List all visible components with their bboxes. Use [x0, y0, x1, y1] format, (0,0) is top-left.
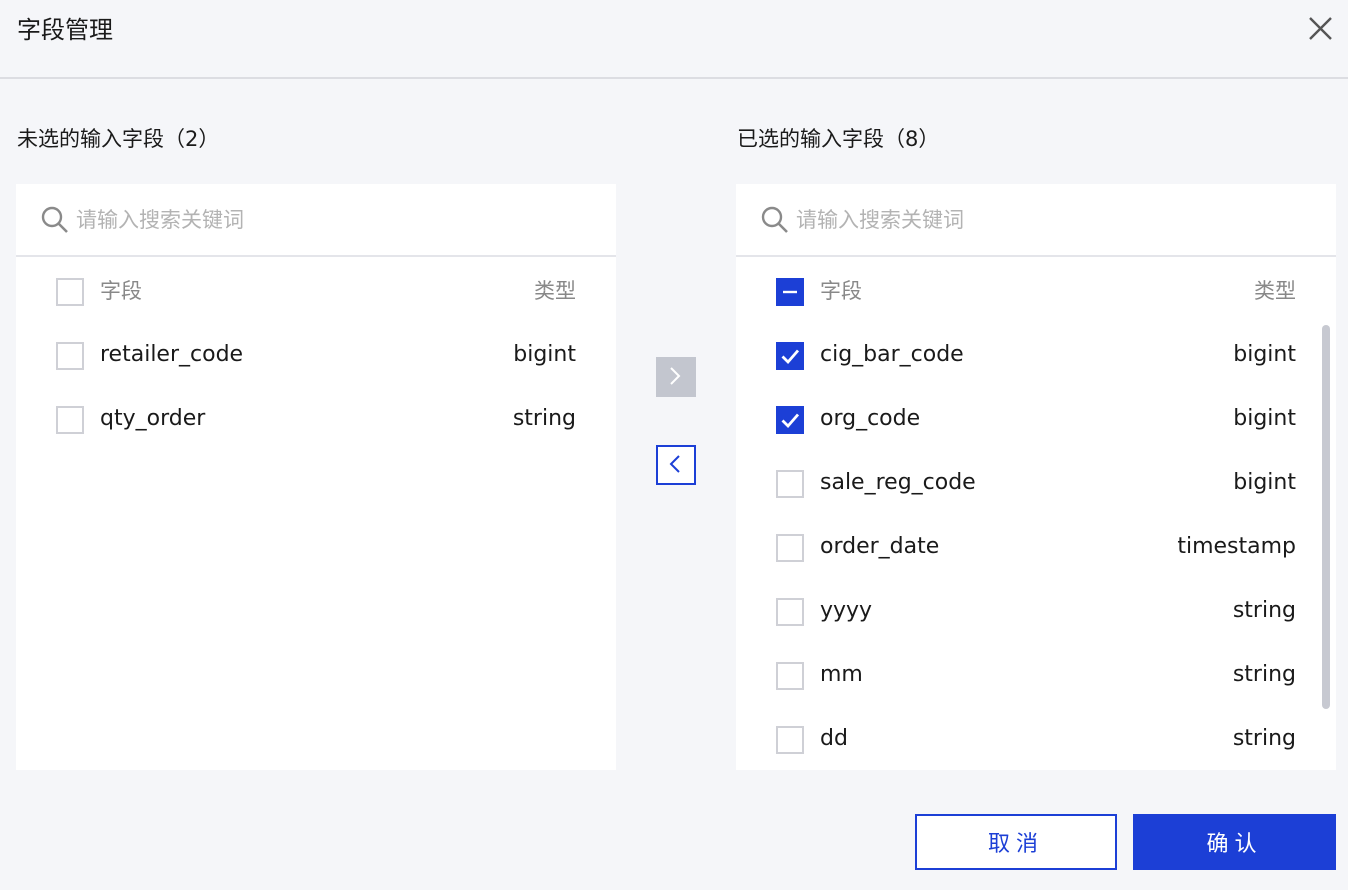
field-name: qty_order — [100, 406, 206, 431]
table-row[interactable]: qty_order string — [16, 389, 616, 453]
chevron-right-icon — [670, 367, 681, 385]
field-name: yyyy — [820, 598, 873, 623]
unselected-fields-panel: 字段 类型 retailer_code bigint qty_order str… — [16, 184, 616, 770]
field-type: bigint — [1233, 342, 1296, 367]
table-row[interactable]: sale_reg_code bigint — [736, 453, 1336, 517]
row-checkbox[interactable] — [776, 662, 804, 690]
right-search-bar — [736, 184, 1336, 257]
right-panel-scrollbar[interactable] — [1322, 325, 1330, 709]
field-type: bigint — [1233, 470, 1296, 495]
type-column-header: 类型 — [1254, 279, 1296, 303]
selected-fields-label: 已选的输入字段（8） — [737, 127, 940, 151]
search-icon — [40, 205, 70, 235]
table-row[interactable]: dd string — [736, 709, 1336, 770]
row-checkbox[interactable] — [776, 406, 804, 434]
check-icon — [781, 349, 800, 365]
right-search-input[interactable] — [796, 202, 1296, 238]
row-checkbox[interactable] — [56, 406, 84, 434]
row-checkbox[interactable] — [776, 534, 804, 562]
dialog-title: 字段管理 — [17, 16, 113, 44]
selected-fields-panel: 字段 类型 cig_bar_code bigint org_code bigin… — [736, 184, 1336, 770]
field-column-header: 字段 — [100, 279, 142, 303]
left-select-all-checkbox[interactable] — [56, 278, 84, 306]
unselected-fields-label: 未选的输入字段（2） — [17, 127, 220, 151]
table-row[interactable]: order_date timestamp — [736, 517, 1336, 581]
field-type: string — [1232, 598, 1296, 623]
field-name: cig_bar_code — [820, 342, 964, 367]
field-name: retailer_code — [100, 342, 244, 367]
cancel-button[interactable]: 取消 — [915, 814, 1117, 870]
type-column-header: 类型 — [534, 279, 576, 303]
field-type: timestamp — [1177, 534, 1296, 559]
left-table-header: 字段 类型 — [16, 261, 616, 325]
chevron-left-icon — [669, 455, 680, 473]
right-table-header: 字段 类型 — [736, 261, 1336, 325]
dialog-header: 字段管理 — [0, 0, 1348, 79]
row-checkbox[interactable] — [776, 342, 804, 370]
left-search-bar — [16, 184, 616, 257]
field-name: org_code — [820, 406, 921, 431]
table-row[interactable]: mm string — [736, 645, 1336, 709]
table-row[interactable]: yyyy string — [736, 581, 1336, 645]
row-checkbox[interactable] — [776, 726, 804, 754]
field-name: order_date — [820, 534, 940, 559]
row-checkbox[interactable] — [776, 598, 804, 626]
field-type: bigint — [1233, 406, 1296, 431]
search-icon — [760, 205, 790, 235]
table-row[interactable]: org_code bigint — [736, 389, 1336, 453]
field-column-header: 字段 — [820, 279, 862, 303]
minus-icon — [783, 290, 797, 294]
field-type: string — [1232, 662, 1296, 687]
field-type: bigint — [513, 342, 576, 367]
field-name: mm — [820, 662, 863, 687]
field-name: sale_reg_code — [820, 470, 976, 495]
table-row[interactable]: retailer_code bigint — [16, 325, 616, 389]
right-select-all-checkbox[interactable] — [776, 278, 804, 306]
row-checkbox[interactable] — [56, 342, 84, 370]
table-row[interactable]: cig_bar_code bigint — [736, 325, 1336, 389]
check-icon — [781, 413, 800, 429]
move-left-button[interactable] — [656, 445, 696, 485]
field-name: dd — [820, 726, 848, 751]
field-type: string — [1232, 726, 1296, 751]
left-search-input[interactable] — [76, 202, 576, 238]
confirm-button[interactable]: 确认 — [1133, 814, 1336, 870]
field-type: string — [512, 406, 576, 431]
row-checkbox[interactable] — [776, 470, 804, 498]
move-right-button[interactable] — [656, 357, 696, 397]
close-icon[interactable] — [1304, 13, 1336, 45]
